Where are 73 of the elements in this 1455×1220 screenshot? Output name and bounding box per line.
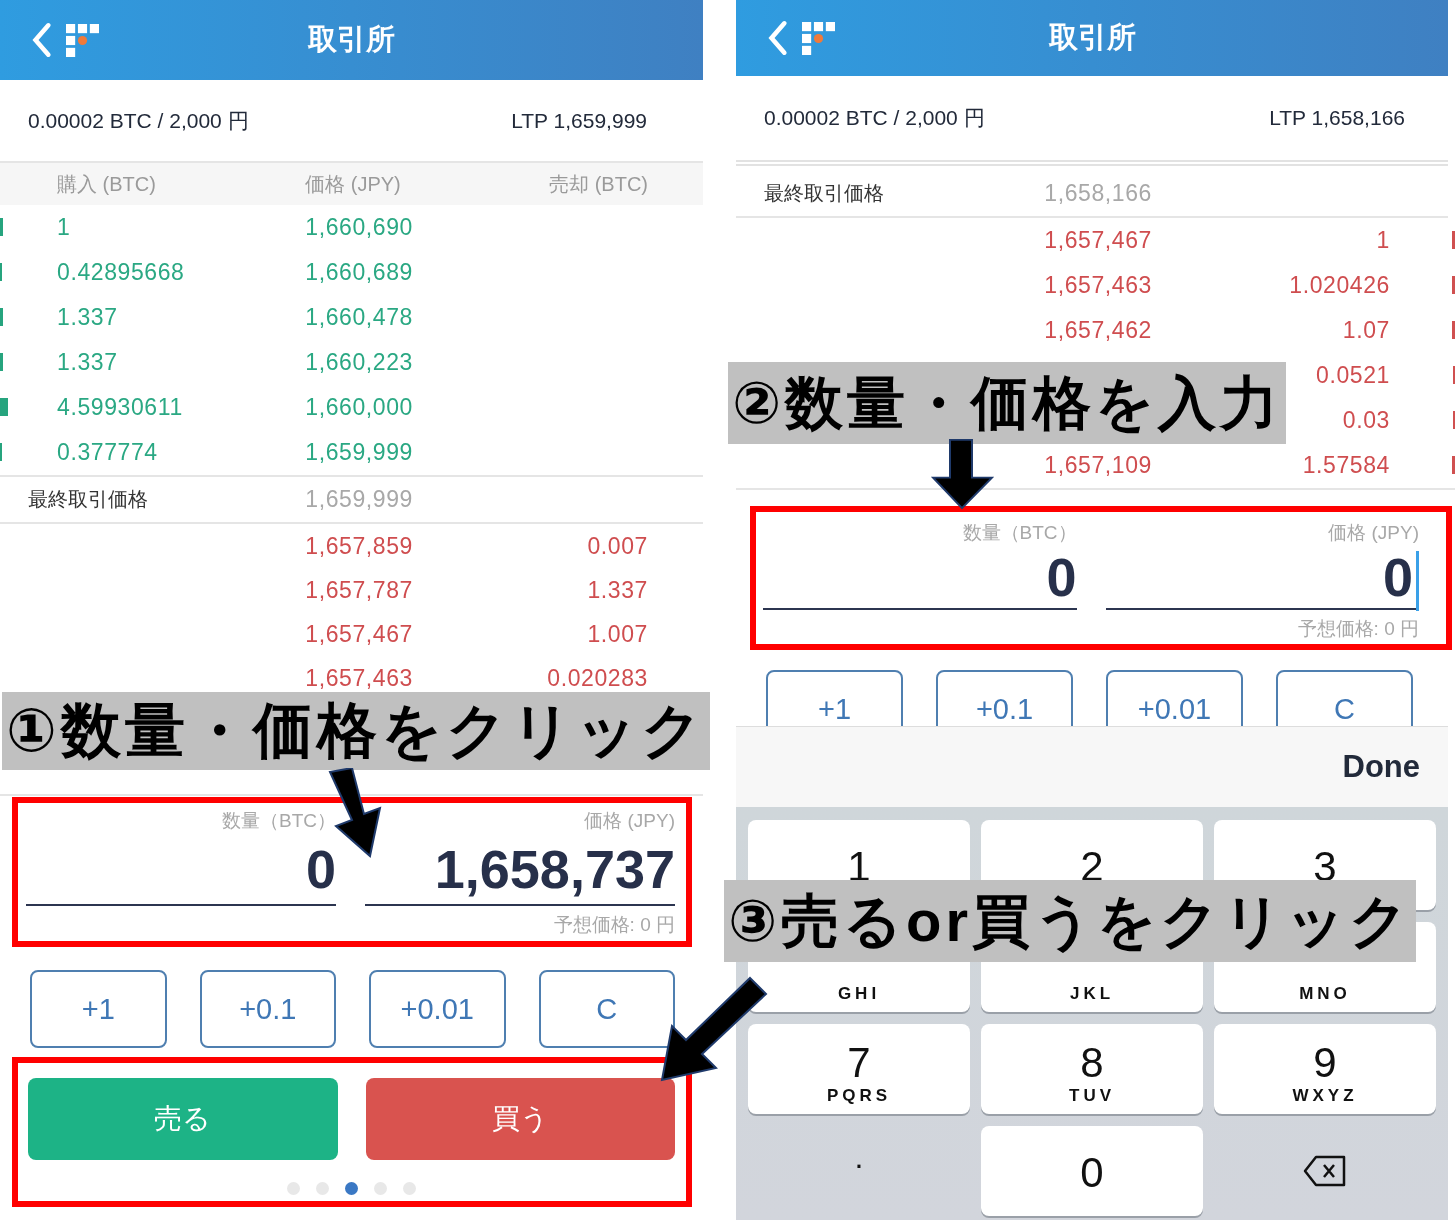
estimate-text: 予想価格: 0 円 <box>1297 617 1419 641</box>
last-price-label: 最終取引価格 <box>764 180 885 206</box>
ask-amount: 1.57584 <box>1302 452 1390 479</box>
order-unit-text: 0.00002 BTC / 2,000 円 <box>764 105 985 131</box>
bid-price: 1,660,689 <box>305 259 413 286</box>
increment-button[interactable]: C <box>1276 670 1413 726</box>
ask-amount: 0.03 <box>1342 407 1390 434</box>
ask-price: 1,657,787 <box>305 576 413 604</box>
page-dot[interactable] <box>345 1182 358 1195</box>
ask-amount: 1 <box>1376 227 1390 254</box>
bid-price: 1,660,478 <box>305 304 413 331</box>
ask-amount: 0.007 <box>587 532 648 560</box>
step-tooltip: ③売るor買うをクリック <box>724 880 1417 962</box>
logo-icon <box>802 21 835 55</box>
back-chevron-icon[interactable] <box>766 19 788 57</box>
column-header: 購入 (BTC) <box>57 171 157 197</box>
bid-amount: 0.377774 <box>57 439 159 466</box>
ltp-text: LTP 1,658,166 <box>1269 106 1405 130</box>
number-input-field[interactable]: 価格 (JPY) 0 <box>1105 520 1419 610</box>
done-button[interactable]: Done <box>1336 748 1426 786</box>
buy-button[interactable]: 買う <box>365 1078 675 1160</box>
step-tooltip: ①数量・価格をクリック <box>2 692 710 770</box>
number-input-field[interactable]: 数量（BTC） 0 <box>763 520 1077 610</box>
bid-price: 1,660,000 <box>305 394 413 421</box>
keypad-key[interactable]: 7 PQRS <box>748 1024 970 1114</box>
bid-amount: 1 <box>57 214 72 241</box>
increment-button[interactable]: +0.1 <box>936 670 1073 726</box>
screen-title: 取引所 <box>308 22 395 57</box>
increment-button[interactable]: +1 <box>30 970 167 1048</box>
column-header: 売却 (BTC) <box>549 171 648 197</box>
ask-amount: 1.020426 <box>1289 272 1390 299</box>
logo-icon <box>66 23 99 57</box>
keypad-key[interactable]: 8 TUV <box>981 1024 1203 1114</box>
last-price-label: 最終取引価格 <box>28 487 149 512</box>
keypad-key[interactable]: . <box>748 1126 970 1216</box>
increment-button[interactable]: +0.01 <box>369 970 506 1048</box>
bid-amount: 1.337 <box>57 349 119 376</box>
last-price: 1,658,166 <box>1044 179 1152 207</box>
bid-amount: 0.42895668 <box>57 259 186 286</box>
backspace-icon <box>1302 1153 1348 1188</box>
estimate-text: 予想価格: 0 円 <box>553 913 675 937</box>
increment-button[interactable]: C <box>538 970 675 1048</box>
increment-button[interactable]: +0.01 <box>1106 670 1243 726</box>
order-unit-text: 0.00002 BTC / 2,000 円 <box>28 107 249 134</box>
bid-price: 1,660,223 <box>305 349 413 376</box>
ask-price: 1,657,467 <box>305 620 413 648</box>
increment-button[interactable]: +0.1 <box>199 970 336 1048</box>
ask-amount: 1.07 <box>1342 317 1390 344</box>
keypad-key[interactable]: 9 WXYZ <box>1214 1024 1436 1114</box>
number-input-field[interactable]: 数量（BTC） 0 <box>26 808 336 906</box>
ask-amount: 1.337 <box>587 576 648 604</box>
ask-price: 1,657,463 <box>1044 272 1152 299</box>
ask-price: 1,657,463 <box>305 664 413 692</box>
ask-amount: 0.020283 <box>547 664 648 692</box>
back-chevron-icon[interactable] <box>30 21 52 59</box>
column-header: 価格 (JPY) <box>305 171 401 197</box>
ask-price: 1,657,109 <box>1044 452 1152 479</box>
pointer-arrow <box>930 438 996 510</box>
ask-price: 1,657,462 <box>1044 317 1152 344</box>
ask-amount: 1.007 <box>587 620 648 648</box>
keypad-key[interactable]: 0 <box>981 1126 1203 1216</box>
ltp-text: LTP 1,659,999 <box>511 108 647 133</box>
last-price: 1,659,999 <box>305 486 413 513</box>
ask-price: 1,657,859 <box>305 532 413 560</box>
ask-price: 1,657,467 <box>1044 227 1152 254</box>
bid-price: 1,659,999 <box>305 439 413 466</box>
screen-title: 取引所 <box>1048 20 1136 55</box>
increment-button[interactable]: +1 <box>766 670 903 726</box>
bid-amount: 4.59930611 <box>57 394 184 421</box>
ask-amount: 0.0521 <box>1316 362 1390 389</box>
step-tooltip: ②数量・価格を入力 <box>728 362 1287 444</box>
bid-amount: 1.337 <box>57 304 119 331</box>
bid-price: 1,660,690 <box>305 214 413 241</box>
